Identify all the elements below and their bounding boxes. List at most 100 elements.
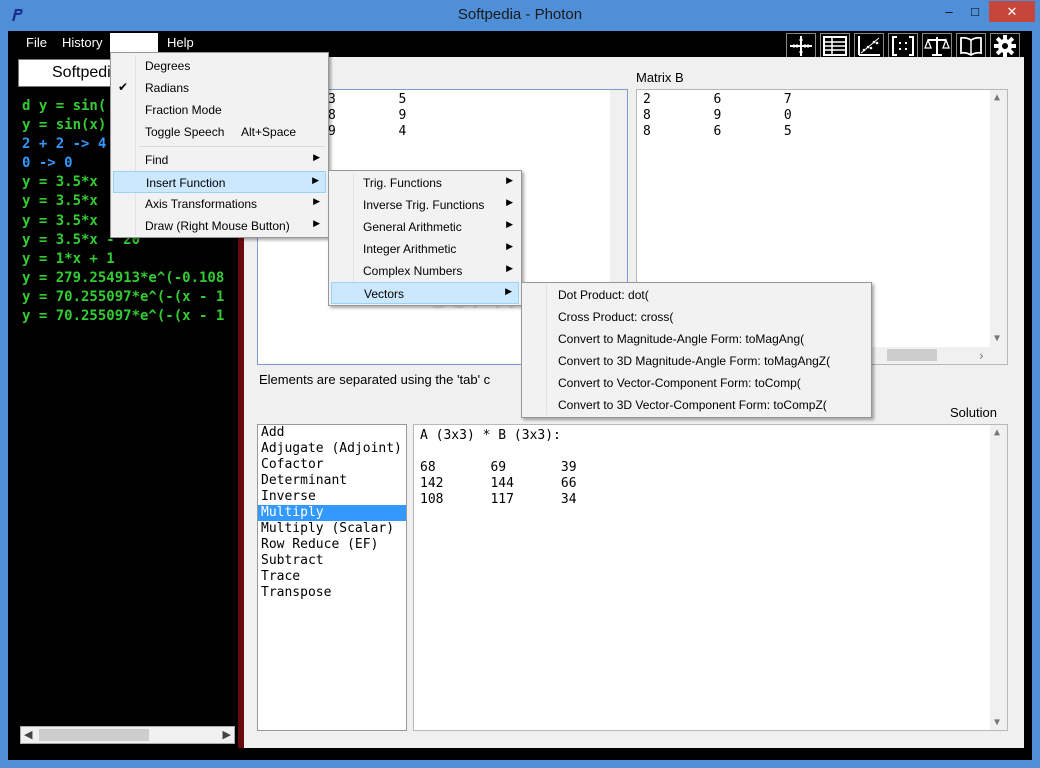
matrix-row: 2 6 7 xyxy=(643,92,792,107)
scroll-right-icon[interactable]: › xyxy=(978,349,985,363)
console-line: y = 70.255097*e^(-(x - 1 xyxy=(22,308,225,325)
menu-item-label: Toggle Speech xyxy=(145,125,225,139)
close-button[interactable]: ✕ xyxy=(989,1,1035,22)
menu-item-axis-transformations[interactable]: Axis Transformations ▶ xyxy=(113,193,326,215)
operation-list-item[interactable]: Determinant xyxy=(258,473,406,489)
solution-line: 142 144 66 xyxy=(420,476,577,491)
crosshair-axes-icon[interactable] xyxy=(786,33,816,59)
operation-list-item[interactable]: Cofactor xyxy=(258,457,406,473)
scroll-up-icon[interactable]: ▲ xyxy=(994,92,1000,103)
app-window: Softpedia - Photon – □ ✕ File History He… xyxy=(0,0,1040,768)
menu-item-label: Inverse Trig. Functions xyxy=(363,198,485,212)
operation-list-item[interactable]: Trace xyxy=(258,569,406,585)
submenu-arrow-icon: ▶ xyxy=(506,241,513,251)
vector-function-item[interactable]: Dot Product: dot( xyxy=(524,284,869,306)
operation-list-item[interactable]: Add xyxy=(258,425,406,441)
solution-label: Solution xyxy=(950,405,997,420)
vector-function-item[interactable]: Cross Product: cross( xyxy=(524,306,869,328)
operation-list-item[interactable]: Adjugate (Adjoint) xyxy=(258,441,406,457)
menu-file[interactable]: File xyxy=(22,34,51,52)
window-title: Softpedia - Photon xyxy=(457,6,583,23)
matrix-row: 8 9 xyxy=(328,108,407,123)
menu-item-draw-right-mouse-button[interactable]: Draw (Right Mouse Button) ▶ xyxy=(113,215,326,237)
solution-output[interactable]: ▲ ▼ A (3x3) * B (3x3): 68 69 39 142 144 66… xyxy=(413,424,1008,731)
scroll-thumb[interactable] xyxy=(39,729,149,741)
submenu-item-trig-functions[interactable]: Trig. Functions ▶ xyxy=(331,172,519,194)
scroll-up-icon[interactable]: ▲ xyxy=(994,427,1000,438)
menu-item-label: Complex Numbers xyxy=(363,264,463,278)
solution-line: 108 117 34 xyxy=(420,492,577,507)
console-line: y = 70.255097*e^(-(x - 1 xyxy=(22,288,225,305)
gear-icon[interactable] xyxy=(990,33,1020,59)
submenu-arrow-icon: ▶ xyxy=(313,152,320,162)
operation-list-item[interactable]: Inverse xyxy=(258,489,406,505)
operation-list-item[interactable]: Multiply xyxy=(258,505,406,521)
vector-function-item[interactable]: Convert to 3D Vector-Component Form: toC… xyxy=(524,394,869,416)
submenu-item-inverse-trig-functions[interactable]: Inverse Trig. Functions ▶ xyxy=(331,194,519,216)
open-book-icon[interactable] xyxy=(956,33,986,59)
submenu-item-general-arithmetic[interactable]: General Arithmetic ▶ xyxy=(331,216,519,238)
menu-item-insert-function[interactable]: Insert Function ▶ xyxy=(113,171,326,193)
menu-item-label: Find xyxy=(145,153,169,167)
matrix-row: 3 5 xyxy=(328,92,407,107)
menu-item-label: Convert to 3D Magnitude-Angle Form: toMa… xyxy=(558,354,831,368)
vectors-submenu: Dot Product: dot( Cross Product: cross( Co… xyxy=(521,282,872,418)
menu-item-label: Convert to Vector-Component Form: toComp… xyxy=(558,376,801,390)
submenu-arrow-icon: ▶ xyxy=(506,219,513,229)
menu-item-fraction-mode[interactable]: Fraction Mode xyxy=(113,99,326,121)
menu-item-find[interactable]: Find ▶ xyxy=(113,149,326,171)
menu-item-shortcut: Alt+Space xyxy=(241,125,297,139)
submenu-arrow-icon: ▶ xyxy=(312,175,319,185)
menu-item-label: Cross Product: cross( xyxy=(558,310,674,324)
submenu-item-vectors[interactable]: Vectors ▶ xyxy=(331,282,519,304)
menu-options-open[interactable] xyxy=(110,33,158,53)
operation-list-item[interactable]: Transpose xyxy=(258,585,406,601)
menu-item-label: General Arithmetic xyxy=(363,220,462,234)
submenu-arrow-icon: ▶ xyxy=(506,263,513,273)
matrix-b-vertical-scrollbar[interactable]: ▲ ▼ xyxy=(990,90,1007,364)
minimize-button[interactable]: – xyxy=(936,1,962,22)
menu-item-toggle-speech[interactable]: Toggle Speech Alt+Space xyxy=(113,121,326,143)
maximize-button[interactable]: □ xyxy=(962,1,988,22)
matrix-row: 8 6 5 xyxy=(643,124,792,139)
menu-item-label: Trig. Functions xyxy=(363,176,442,190)
menu-item-label: Convert to 3D Vector-Component Form: toC… xyxy=(558,398,827,412)
console-line: y = 279.254913*e^(-0.108 xyxy=(22,269,225,286)
vector-function-item[interactable]: Convert to 3D Magnitude-Angle Form: toMa… xyxy=(524,350,869,372)
console-line: y = 1*x + 1 xyxy=(22,250,115,267)
operation-list-item[interactable]: Subtract xyxy=(258,553,406,569)
balance-scale-icon[interactable] xyxy=(922,33,952,59)
table-icon[interactable] xyxy=(820,33,850,59)
menu-item-label: Fraction Mode xyxy=(145,103,222,117)
operation-list-item[interactable]: Multiply (Scalar) xyxy=(258,521,406,537)
title-bar[interactable]: Softpedia - Photon – □ ✕ xyxy=(0,0,1040,31)
menu-history[interactable]: History xyxy=(58,34,106,52)
matrix-row: 9 4 xyxy=(328,124,407,139)
scatter-plot-icon[interactable] xyxy=(854,33,884,59)
menu-item-label: Draw (Right Mouse Button) xyxy=(145,219,290,233)
scroll-down-icon[interactable]: ▼ xyxy=(994,333,1000,344)
console-horizontal-scrollbar[interactable]: ◀ ▶ xyxy=(20,726,235,744)
operation-list-item[interactable]: Row Reduce (EF) xyxy=(258,537,406,553)
scroll-left-icon[interactable]: ◀ xyxy=(24,728,32,741)
menu-separator xyxy=(139,146,325,147)
scroll-thumb[interactable] xyxy=(887,349,937,361)
vector-function-item[interactable]: Convert to Magnitude-Angle Form: toMagAn… xyxy=(524,328,869,350)
bracket-matrix-icon[interactable] xyxy=(888,33,918,59)
operations-list[interactable]: Add Adjugate (Adjoint) Cofactor Determinant… xyxy=(257,424,407,731)
menu-item-label: Axis Transformations xyxy=(145,197,258,211)
insert-function-submenu: Trig. Functions ▶ Inverse Trig. Functions ▶… xyxy=(328,170,522,306)
vector-function-item[interactable]: Convert to Vector-Component Form: toComp… xyxy=(524,372,869,394)
scroll-right-icon[interactable]: ▶ xyxy=(223,728,231,741)
submenu-item-complex-numbers[interactable]: Complex Numbers ▶ xyxy=(331,260,519,282)
scroll-down-icon[interactable]: ▼ xyxy=(994,717,1000,728)
solution-line: 68 69 39 xyxy=(420,460,577,475)
submenu-arrow-icon: ▶ xyxy=(506,175,513,185)
submenu-item-integer-arithmetic[interactable]: Integer Arithmetic ▶ xyxy=(331,238,519,260)
options-dropdown-menu: Degrees ✔ Radians Fraction Mode Toggle Speec… xyxy=(110,52,329,238)
menu-item-radians[interactable]: ✔ Radians xyxy=(113,77,326,99)
menu-item-degrees[interactable]: Degrees xyxy=(113,55,326,77)
solution-vertical-scrollbar[interactable]: ▲ ▼ xyxy=(990,425,1007,730)
menu-help[interactable]: Help xyxy=(163,34,198,52)
matrix-row: 8 9 0 xyxy=(643,108,792,123)
